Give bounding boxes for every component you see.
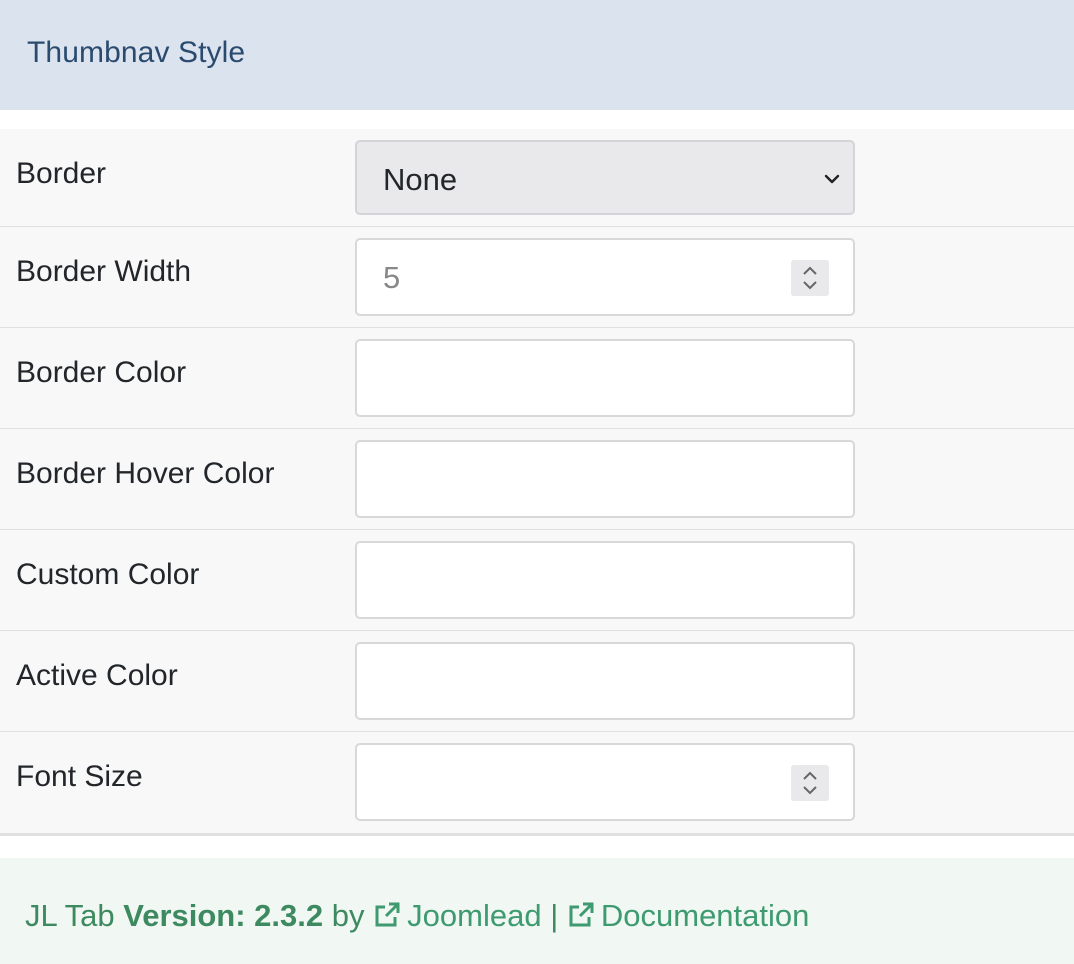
- footer-credits: JL Tab Version: 2.3.2 by Joomlead | Docu…: [25, 898, 809, 934]
- product-name: JL Tab: [25, 898, 115, 933]
- field-label: Border Hover Color: [16, 457, 275, 490]
- separator: |: [550, 898, 559, 933]
- border-color-input[interactable]: [355, 339, 855, 417]
- external-link-icon: [569, 902, 594, 927]
- field-row-border-hover-color: Border Hover Color: [0, 429, 1074, 530]
- field-label: Border: [16, 157, 107, 190]
- spinner-arrows-icon[interactable]: [791, 765, 829, 801]
- joomlead-link-label: Joomlead: [407, 898, 542, 933]
- select-value: None: [383, 162, 458, 197]
- input-value: 5: [383, 260, 401, 295]
- field-label: Custom Color: [16, 558, 200, 591]
- border-width-input[interactable]: 5: [355, 238, 855, 316]
- field-row-custom-color: Custom Color: [0, 530, 1074, 631]
- chevron-down-icon: [824, 174, 840, 184]
- field-label: Border Color: [16, 356, 187, 389]
- version-label: Version: 2.3.2: [123, 898, 324, 933]
- field-row-border-color: Border Color: [0, 328, 1074, 429]
- by-text: by: [331, 898, 365, 933]
- form-fields: Border None Border Width 5 Border Color …: [0, 129, 1074, 836]
- active-color-input[interactable]: [355, 642, 855, 720]
- field-row-border-width: Border Width 5: [0, 227, 1074, 328]
- field-row-font-size: Font Size: [0, 732, 1074, 836]
- external-link-icon: [375, 902, 400, 927]
- documentation-link-label: Documentation: [600, 898, 810, 933]
- custom-color-input[interactable]: [355, 541, 855, 619]
- border-select[interactable]: None: [355, 140, 855, 215]
- border-hover-color-input[interactable]: [355, 440, 855, 518]
- font-size-input[interactable]: [355, 743, 855, 821]
- panel-header: Thumbnav Style: [0, 0, 1074, 110]
- panel-title: Thumbnav Style: [27, 36, 246, 69]
- field-label: Border Width: [16, 255, 192, 288]
- field-label: Active Color: [16, 659, 178, 692]
- joomlead-link[interactable]: Joomlead: [373, 898, 542, 933]
- field-row-active-color: Active Color: [0, 631, 1074, 732]
- field-row-border: Border None: [0, 129, 1074, 227]
- footer: JL Tab Version: 2.3.2 by Joomlead | Docu…: [0, 858, 1074, 964]
- field-label: Font Size: [16, 760, 143, 793]
- documentation-link[interactable]: Documentation: [567, 898, 810, 933]
- spinner-arrows-icon[interactable]: [791, 260, 829, 296]
